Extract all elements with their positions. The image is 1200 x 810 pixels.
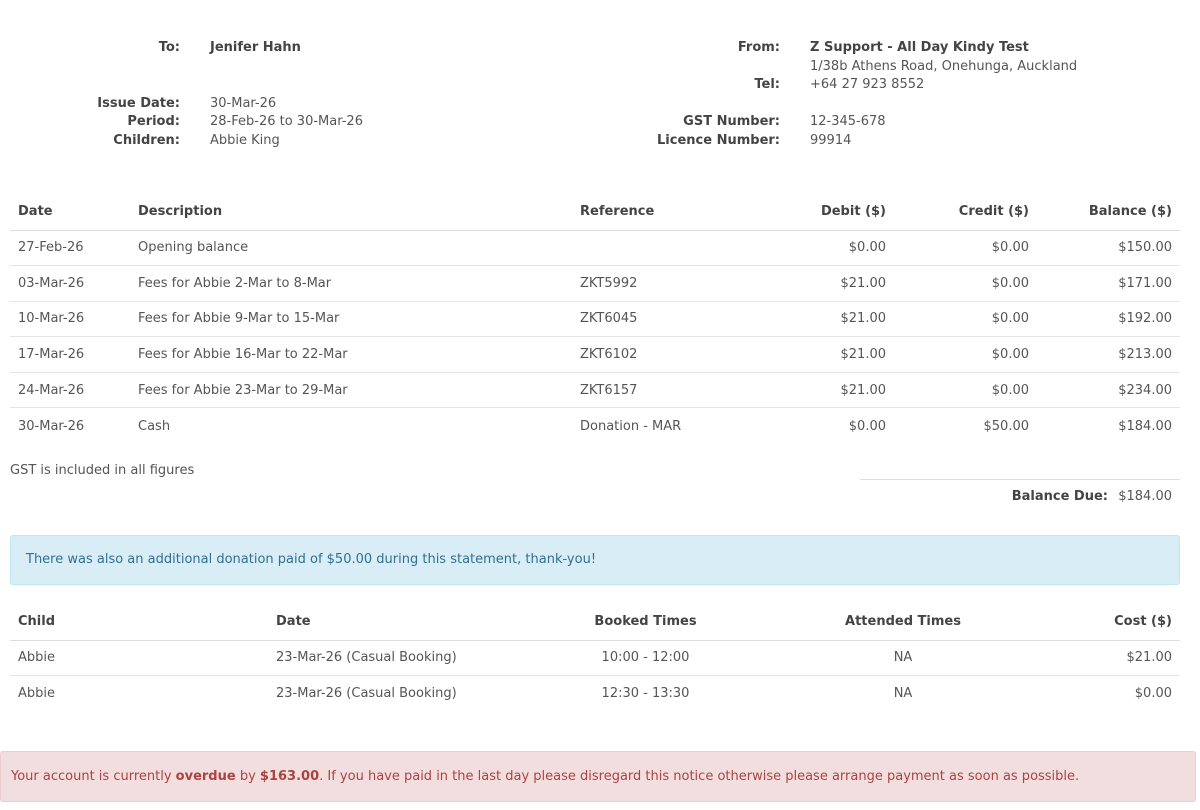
transactions-header-row: Date Description Reference Debit ($) Cre…: [10, 194, 1180, 231]
col-header-booked-times: Booked Times: [508, 604, 783, 641]
table-row: 27-Feb-26 Opening balance $0.00 $0.00 $1…: [10, 230, 1180, 267]
cell-reference: ZKT6157: [572, 372, 762, 409]
cell-reference: ZKT6102: [572, 336, 762, 373]
cell-description: Fees for Abbie 23-Mar to 29-Mar: [130, 372, 572, 409]
cell-credit: $0.00: [894, 372, 1037, 409]
cell-booked-times: 10:00 - 12:00: [508, 640, 783, 677]
telephone: +64 27 923 8552: [810, 77, 925, 92]
table-row: 03-Mar-26 Fees for Abbie 2-Mar to 8-Mar …: [10, 265, 1180, 302]
overdue-status: overdue: [175, 769, 236, 784]
gst-number: 12-345-678: [810, 114, 886, 129]
overdue-suffix: . If you have paid in the last day pleas…: [319, 769, 1080, 784]
cell-credit: $0.00: [894, 336, 1037, 373]
licence-number-label: Licence Number:: [657, 133, 780, 148]
cell-attended-times: NA: [783, 640, 1023, 677]
period-label: Period:: [127, 114, 180, 129]
bookings-table: Child Date Booked Times Attended Times C…: [10, 604, 1180, 711]
children-label: Children:: [113, 133, 180, 148]
cell-debit: $21.00: [762, 265, 894, 302]
cell-booking-date: 23-Mar-26 (Casual Booking): [268, 640, 508, 677]
cell-date: 17-Mar-26: [10, 336, 130, 373]
period: 28-Feb-26 to 30-Mar-26: [210, 114, 363, 129]
cell-cost: $0.00: [1134, 686, 1172, 702]
balance-due-label: Balance Due:: [1011, 489, 1108, 504]
balance-due-value: $184.00: [1118, 489, 1172, 504]
overdue-alert: Your account is currently overdue by $16…: [0, 751, 1196, 802]
cell-debit: $0.00: [762, 230, 894, 267]
overdue-middle: by: [235, 769, 260, 784]
cell-child: Abbie: [10, 640, 268, 677]
issue-date: 30-Mar-26: [210, 96, 277, 111]
sender-address: 1/38b Athens Road, Onehunga, Auckland: [810, 59, 1078, 74]
cell-booked-times: 12:30 - 13:30: [601, 686, 690, 702]
recipient-name: Jenifer Hahn: [210, 40, 301, 55]
col-header-credit: Credit ($): [894, 194, 1037, 231]
overdue-prefix: Your account is currently: [11, 769, 176, 784]
cell-credit: $0.00: [894, 265, 1037, 302]
cell-balance: $150.00: [1037, 230, 1180, 267]
col-header-reference: Reference: [572, 194, 762, 231]
gst-number-label: GST Number:: [683, 114, 780, 129]
cell-reference: Donation - MAR: [580, 418, 682, 434]
cell-booking-date: 23-Mar-26 (Casual Booking): [276, 686, 457, 702]
transactions-table: Date Description Reference Debit ($) Cre…: [10, 194, 1180, 444]
cell-debit: $21.00: [762, 372, 894, 409]
col-header-debit: Debit ($): [762, 194, 894, 231]
overdue-amount: $163.00: [259, 769, 320, 784]
divider: [860, 479, 1180, 480]
cell-date: 27-Feb-26: [10, 230, 130, 267]
cell-credit: $0.00: [894, 301, 1037, 338]
cell-balance: $234.00: [1037, 372, 1180, 409]
from-label: From:: [737, 40, 780, 55]
cell-debit: $0.00: [848, 418, 886, 434]
cell-balance: $171.00: [1037, 265, 1180, 302]
col-header-date: Date: [10, 194, 130, 231]
cell-attended-times: NA: [893, 686, 913, 702]
table-row: 30-Mar-26 Cash Donation - MAR $0.00 $50.…: [10, 408, 1180, 444]
table-row: Abbie 23-Mar-26 (Casual Booking) 10:00 -…: [10, 640, 1180, 677]
cell-description: Fees for Abbie 2-Mar to 8-Mar: [130, 265, 572, 302]
col-header-cost: Cost ($): [1023, 604, 1180, 641]
cell-balance: $213.00: [1037, 336, 1180, 373]
tel-label: Tel:: [754, 77, 780, 92]
cell-description: Cash: [138, 418, 171, 434]
cell-debit: $21.00: [762, 301, 894, 338]
cell-reference: [572, 230, 762, 267]
gst-note: GST is included in all figures: [10, 463, 195, 478]
sender-name: Z Support - All Day Kindy Test: [810, 40, 1029, 55]
table-row: 10-Mar-26 Fees for Abbie 9-Mar to 15-Mar…: [10, 301, 1180, 338]
cell-date: 10-Mar-26: [10, 301, 130, 338]
cell-date: 30-Mar-26: [18, 418, 85, 434]
cell-reference: ZKT6045: [572, 301, 762, 338]
col-header-booking-date: Date: [268, 604, 508, 641]
table-row: 17-Mar-26 Fees for Abbie 16-Mar to 22-Ma…: [10, 336, 1180, 373]
cell-balance: $192.00: [1037, 301, 1180, 338]
donation-info-alert: There was also an additional donation pa…: [10, 535, 1180, 585]
table-row: 24-Mar-26 Fees for Abbie 23-Mar to 29-Ma…: [10, 372, 1180, 409]
cell-debit: $21.00: [762, 336, 894, 373]
cell-cost: $21.00: [1023, 640, 1180, 677]
donation-info-text: There was also an additional donation pa…: [26, 552, 597, 567]
cell-child: Abbie: [18, 686, 56, 702]
cell-credit: $50.00: [983, 418, 1030, 434]
to-label: To:: [158, 40, 180, 55]
col-header-description: Description: [130, 194, 572, 231]
bookings-header-row: Child Date Booked Times Attended Times C…: [10, 604, 1180, 641]
cell-balance: $184.00: [1118, 418, 1172, 434]
cell-credit: $0.00: [894, 230, 1037, 267]
col-header-attended-times: Attended Times: [783, 604, 1023, 641]
cell-description: Opening balance: [130, 230, 572, 267]
issue-date-label: Issue Date:: [97, 96, 180, 111]
cell-date: 03-Mar-26: [10, 265, 130, 302]
cell-date: 24-Mar-26: [10, 372, 130, 409]
children: Abbie King: [210, 133, 280, 148]
col-header-balance: Balance ($): [1037, 194, 1180, 231]
table-row: Abbie 23-Mar-26 (Casual Booking) 12:30 -…: [10, 676, 1180, 712]
cell-reference: ZKT5992: [572, 265, 762, 302]
cell-description: Fees for Abbie 9-Mar to 15-Mar: [130, 301, 572, 338]
licence-number: 99914: [810, 133, 852, 148]
cell-description: Fees for Abbie 16-Mar to 22-Mar: [130, 336, 572, 373]
col-header-child: Child: [10, 604, 268, 641]
